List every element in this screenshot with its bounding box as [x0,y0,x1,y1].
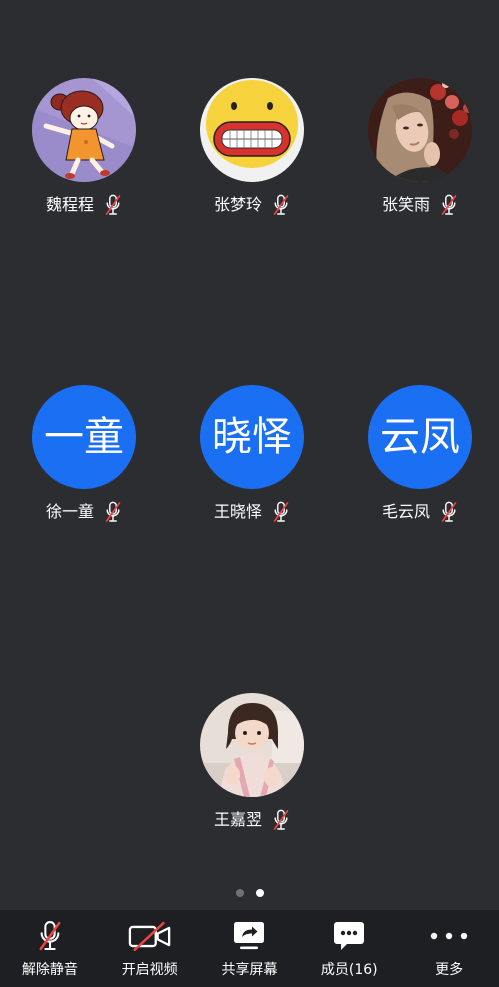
avatar-initials: 晓怿 [200,385,304,489]
mic-muted-icon [272,501,290,523]
members-icon-wrap [299,919,399,953]
more-icon [429,931,469,941]
participant-name-row: 张梦玲 [168,192,336,218]
unmute-label: 解除静音 [21,962,78,978]
mic-muted-icon [272,194,290,216]
participant-tile[interactable]: 王嘉翌 [168,693,336,833]
participant-tile[interactable]: 云凤 毛云凤 [336,385,499,525]
participant-name: 徐一童 [45,502,94,521]
participant-name: 王嘉翌 [213,810,262,829]
participant-name: 张笑雨 [381,195,430,214]
participant-name: 王晓怿 [213,502,262,521]
video-off-icon [128,921,172,952]
share-screen-button[interactable]: 共享屏幕 [200,910,300,987]
page-indicator [0,889,499,897]
avatar-image [200,78,304,182]
members-icon [332,920,366,952]
more-icon-wrap [399,919,499,953]
meeting-toolbar: 解除静音 开启视频 共享屏幕 成员(16) 更多 [0,910,499,987]
avatar-image [368,78,472,182]
participant-gallery[interactable]: 魏程程 张梦玲 张笑雨 一童 徐一童 晓怿 王晓怿 云凤 毛云凤 王嘉翌 [0,0,499,910]
avatar-initials-text: 一童 [44,414,124,460]
participant-name-row: 魏程程 [0,192,168,218]
participant-tile[interactable]: 一童 徐一童 [0,385,168,525]
participant-tile[interactable]: 魏程程 [0,78,168,218]
participant-tile[interactable]: 张笑雨 [336,78,499,218]
mic-muted-icon [272,809,290,831]
mic-muted-icon [440,194,458,216]
members-button[interactable]: 成员(16) [299,910,399,987]
participant-name-row: 徐一童 [0,499,168,525]
share-screen-icon-wrap [200,919,300,953]
participant-name-row: 王晓怿 [168,499,336,525]
start-video-label: 开启视频 [121,962,178,978]
share-screen-label: 共享屏幕 [221,962,278,978]
avatar-initials-text: 云凤 [380,414,460,460]
unmute-icon-wrap [0,919,100,953]
participant-name: 魏程程 [45,195,94,214]
mic-muted-icon [104,194,122,216]
mic-muted-icon [440,501,458,523]
unmute-button[interactable]: 解除静音 [0,910,100,987]
more-label: 更多 [435,962,464,978]
share-screen-icon [232,920,266,952]
mic-muted-icon [37,920,63,952]
more-button[interactable]: 更多 [399,910,499,987]
start-video-button[interactable]: 开启视频 [100,910,200,987]
participant-name: 毛云凤 [381,502,430,521]
page-dot-active [255,889,264,897]
participant-tile[interactable]: 张梦玲 [168,78,336,218]
mic-muted-icon [104,501,122,523]
avatar-initials: 云凤 [368,385,472,489]
start-video-icon-wrap [100,919,200,953]
avatar-image [200,693,304,797]
avatar-image [32,78,136,182]
avatar-initials-text: 晓怿 [212,414,292,460]
participant-name-row: 张笑雨 [336,192,499,218]
avatar-initials: 一童 [32,385,136,489]
page-dot [235,889,244,897]
participant-tile[interactable]: 晓怿 王晓怿 [168,385,336,525]
participant-name: 张梦玲 [213,195,262,214]
participant-name-row: 王嘉翌 [168,807,336,833]
members-label: 成员(16) [320,962,378,978]
participant-name-row: 毛云凤 [336,499,499,525]
